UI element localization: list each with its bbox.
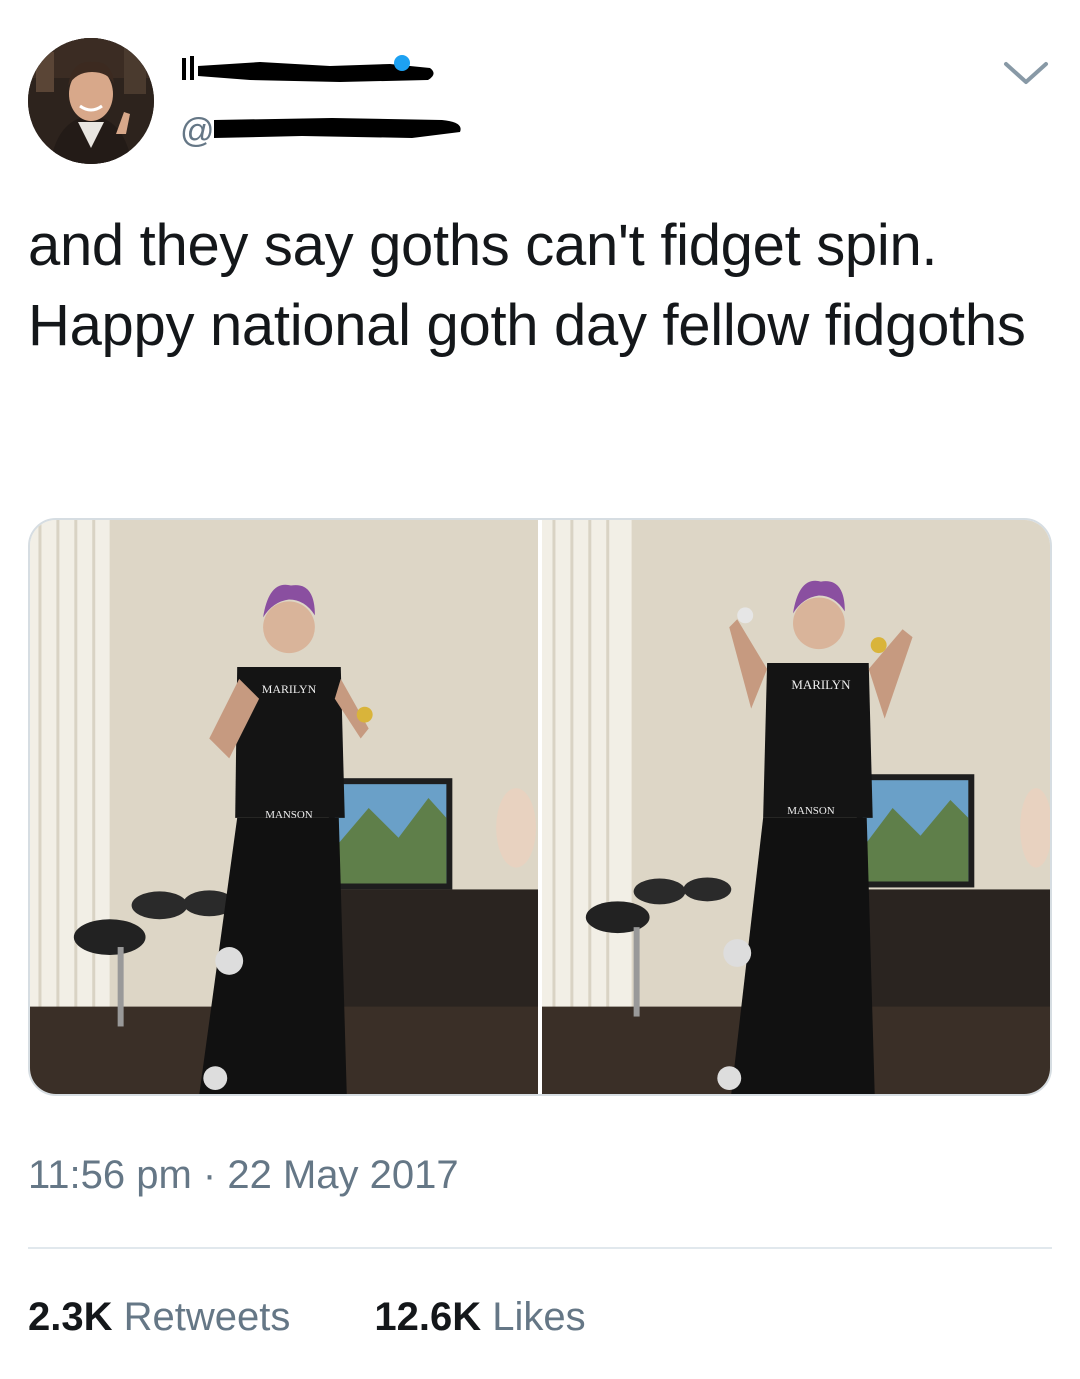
divider bbox=[28, 1247, 1052, 1249]
chevron-down-icon[interactable] bbox=[1002, 56, 1050, 90]
likes-count: 12.6K bbox=[374, 1295, 482, 1339]
timestamp-separator: · bbox=[191, 1153, 228, 1197]
shirt-text-bottom: MANSON bbox=[787, 805, 835, 817]
photo-1[interactable]: MARILYN MANSON bbox=[30, 520, 538, 1094]
handle-redaction bbox=[214, 118, 461, 138]
verified-badge-icon bbox=[394, 55, 410, 71]
tweet-time: 11:56 pm bbox=[28, 1153, 192, 1197]
media-grid: MARILYN MANSON MARILYN MANSON bbox=[28, 518, 1052, 1096]
retweets-label: Retweets bbox=[123, 1295, 291, 1339]
user-handle[interactable]: @ bbox=[180, 114, 215, 148]
likes-label: Likes bbox=[492, 1295, 586, 1339]
likes-stat[interactable]: 12.6K Likes bbox=[374, 1292, 585, 1342]
tweet-date: 22 May 2017 bbox=[227, 1153, 459, 1197]
photo-2[interactable]: MARILYN MANSON bbox=[542, 520, 1050, 1094]
engagement-stats: 2.3K Retweets 12.6K Likes bbox=[28, 1292, 670, 1342]
name-redaction bbox=[182, 55, 434, 82]
shirt-text-bottom: MANSON bbox=[265, 809, 313, 821]
retweets-count: 2.3K bbox=[28, 1295, 113, 1339]
shirt-text-top: MARILYN bbox=[262, 682, 317, 696]
tweet-timestamp[interactable]: 11:56 pm · 22 May 2017 bbox=[28, 1150, 459, 1200]
tweet-text: and they say goths can't fidget spin. Ha… bbox=[28, 213, 1026, 358]
shirt-text-top: MARILYN bbox=[791, 677, 851, 692]
retweets-stat[interactable]: 2.3K Retweets bbox=[28, 1292, 290, 1342]
avatar[interactable] bbox=[28, 38, 154, 164]
